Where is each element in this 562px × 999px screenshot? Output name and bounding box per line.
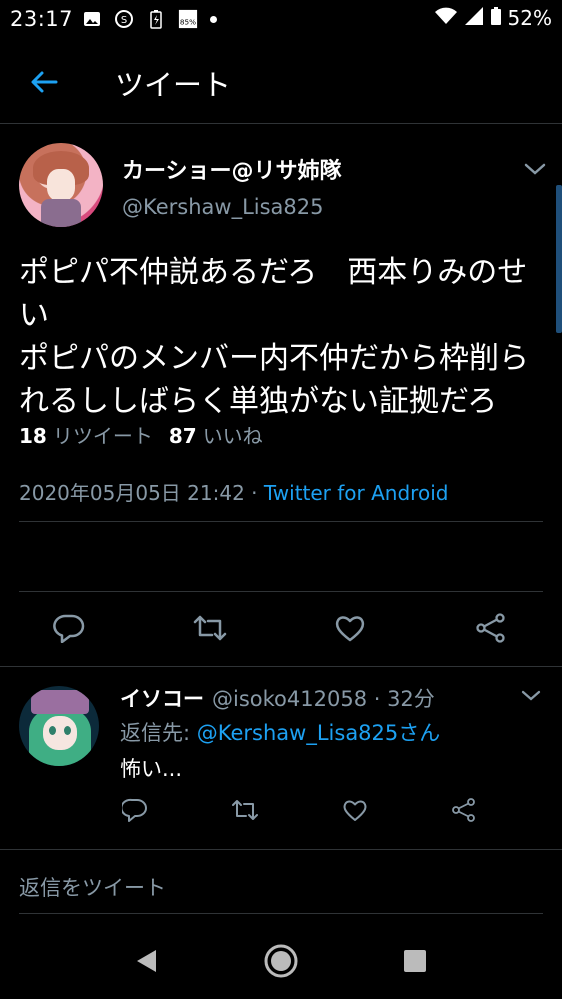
svg-text:S: S <box>121 15 127 26</box>
tweet-handle[interactable]: @Kershaw_Lisa825 <box>122 195 324 219</box>
like-button[interactable] <box>332 610 368 646</box>
divider <box>19 591 543 592</box>
tweet-source-link[interactable]: Twitter for Android <box>264 481 449 505</box>
reply-compose-input[interactable]: 返信をツイート <box>19 872 166 902</box>
share-icon <box>452 798 475 822</box>
like-button[interactable] <box>340 795 370 825</box>
reply-tweet[interactable]: イソコー @isoko412058 · 32分 返信先: @Kershaw_Lis… <box>0 667 562 850</box>
heart-icon <box>335 616 365 642</box>
reply-handle[interactable]: @isoko412058 · 32分 <box>212 687 435 711</box>
like-count[interactable]: 87 <box>169 424 197 448</box>
meta-separator: · <box>244 481 264 505</box>
system-nav-bar <box>0 925 562 999</box>
battery-saver-icon <box>146 9 166 29</box>
badge-icon: 85% <box>178 9 198 29</box>
nav-home-button[interactable] <box>261 941 301 981</box>
chevron-down-icon[interactable] <box>522 159 548 179</box>
signal-icon <box>464 6 484 30</box>
scrollbar[interactable] <box>556 185 562 333</box>
app-bar: ツイート <box>0 40 562 124</box>
back-arrow-icon <box>31 71 58 93</box>
battery-icon <box>490 6 502 30</box>
tweet-detail-screen: 23:17 S 85% 52% ツイート カーショー@リサ姉隊 @Kershaw… <box>0 0 562 999</box>
wifi-icon <box>434 6 458 30</box>
reply-to-prefix: 返信先: <box>120 721 197 745</box>
retweet-button[interactable] <box>230 795 260 825</box>
nav-back-button[interactable] <box>126 941 166 981</box>
tweet-stats: 18 リツイート 87 いいね <box>19 420 263 449</box>
home-circle-icon <box>264 944 298 978</box>
retweet-label[interactable]: リツイート <box>53 424 153 448</box>
square-recents-icon <box>404 950 426 972</box>
divider <box>19 521 543 522</box>
reply-text: 怖い... <box>120 757 183 781</box>
reply-button[interactable] <box>120 795 150 825</box>
reply-icon <box>53 614 85 643</box>
retweet-button[interactable] <box>192 610 228 646</box>
tweet-timestamp: 2020年05月05日 21:42 <box>19 481 245 505</box>
reply-button[interactable] <box>51 610 87 646</box>
sync-icon: S <box>114 9 134 29</box>
avatar[interactable] <box>19 686 99 766</box>
reply-to-line: 返信先: @Kershaw_Lisa825さん <box>120 717 440 747</box>
tweet-text: ポピパ不仲説あるだろ 西本りみのせい ポピパのメンバー内不仲だから枠削られるしし… <box>19 255 529 419</box>
battery-percentage: 52% <box>507 6 552 30</box>
heart-icon <box>343 800 367 821</box>
reply-to-mention[interactable]: @Kershaw_Lisa825さん <box>197 721 441 745</box>
retweet-count[interactable]: 18 <box>19 424 47 448</box>
reply-header: イソコー @isoko412058 · 32分 <box>120 683 435 713</box>
status-time: 23:17 <box>10 7 74 31</box>
notification-dot-icon <box>210 15 217 23</box>
tweet-meta: 2020年05月05日 21:42 · Twitter for Android <box>19 477 448 506</box>
nav-recents-button[interactable] <box>395 941 435 981</box>
tweet-actions <box>0 610 562 650</box>
chevron-down-icon[interactable] <box>519 687 543 705</box>
back-button[interactable] <box>22 60 66 104</box>
like-label[interactable]: いいね <box>203 424 263 448</box>
reply-icon <box>122 798 147 822</box>
share-button[interactable] <box>473 610 509 646</box>
page-title: ツイート <box>115 68 232 102</box>
image-icon <box>82 9 102 29</box>
share-button[interactable] <box>449 795 479 825</box>
reply-actions <box>0 795 562 825</box>
reply-display-name[interactable]: イソコー <box>120 687 204 711</box>
divider <box>19 913 543 914</box>
retweet-icon <box>232 800 258 820</box>
status-bar: 23:17 S 85% 52% <box>0 0 562 40</box>
avatar[interactable] <box>19 143 103 227</box>
triangle-back-icon <box>137 950 156 972</box>
share-icon <box>476 613 505 643</box>
retweet-icon <box>193 615 227 641</box>
tweet-display-name[interactable]: カーショー@リサ姉隊 <box>122 153 342 185</box>
svg-text:85%: 85% <box>180 17 196 26</box>
